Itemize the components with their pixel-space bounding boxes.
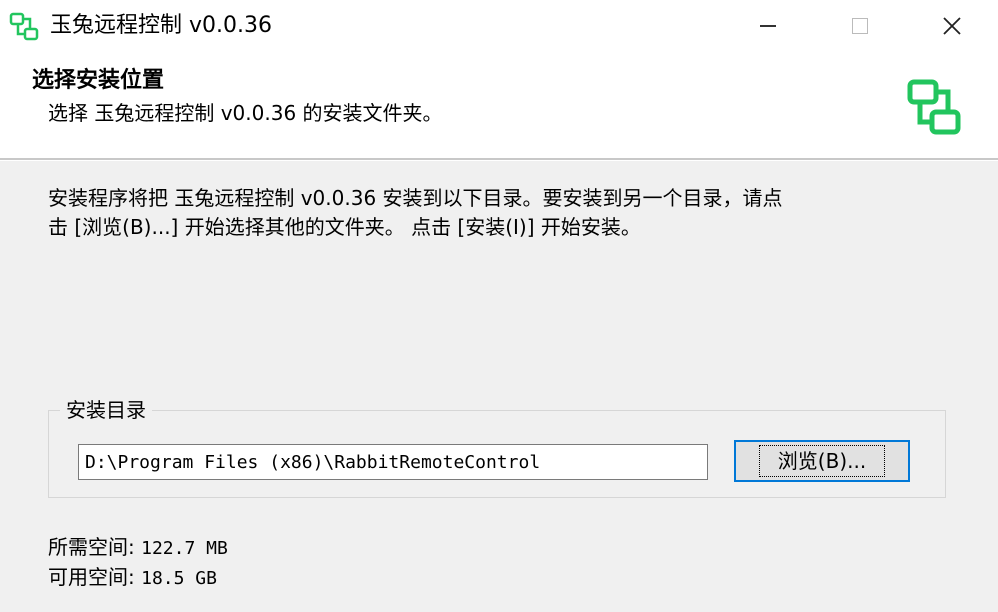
page-title: 选择安装位置 xyxy=(32,68,165,93)
page-subtitle: 选择 玉兔远程控制 v0.0.36 的安装文件夹。 xyxy=(48,101,443,125)
page-header: 选择安装位置 选择 玉兔远程控制 v0.0.36 的安装文件夹。 xyxy=(0,52,998,158)
header-divider xyxy=(0,158,998,161)
instructions-line-2: 击 [浏览(B)...] 开始选择其他的文件夹。 点击 [安装(I)] 开始安装… xyxy=(48,215,641,239)
required-space-value: 122.7 MB xyxy=(141,538,228,559)
close-icon xyxy=(943,17,961,35)
network-monitors-icon xyxy=(907,79,961,135)
maximize-button[interactable] xyxy=(814,0,906,52)
available-space-label: 可用空间: xyxy=(48,565,135,589)
close-button[interactable] xyxy=(906,0,998,52)
browse-button-label: 浏览(B)... xyxy=(758,445,886,477)
required-space: 所需空间: 122.7 MB xyxy=(48,532,228,564)
minimize-button[interactable] xyxy=(722,0,814,52)
install-path-input[interactable] xyxy=(78,444,708,480)
network-monitors-icon xyxy=(9,12,39,41)
minimize-icon xyxy=(760,25,776,27)
window-title: 玉兔远程控制 v0.0.36 xyxy=(50,13,272,38)
title-bar: 玉兔远程控制 v0.0.36 xyxy=(0,0,998,52)
available-space-value: 18.5 GB xyxy=(141,568,217,589)
available-space: 可用空间: 18.5 GB xyxy=(48,562,217,594)
browse-button[interactable]: 浏览(B)... xyxy=(734,440,910,482)
instructions-text: 安装程序将把 玉兔远程控制 v0.0.36 安装到以下目录。要安装到另一个目录，… xyxy=(48,184,968,242)
required-space-label: 所需空间: xyxy=(48,535,135,559)
install-dir-group-label: 安装目录 xyxy=(60,396,152,424)
maximize-icon xyxy=(852,18,868,34)
instructions-line-1: 安装程序将把 玉兔远程控制 v0.0.36 安装到以下目录。要安装到另一个目录，… xyxy=(48,186,783,210)
